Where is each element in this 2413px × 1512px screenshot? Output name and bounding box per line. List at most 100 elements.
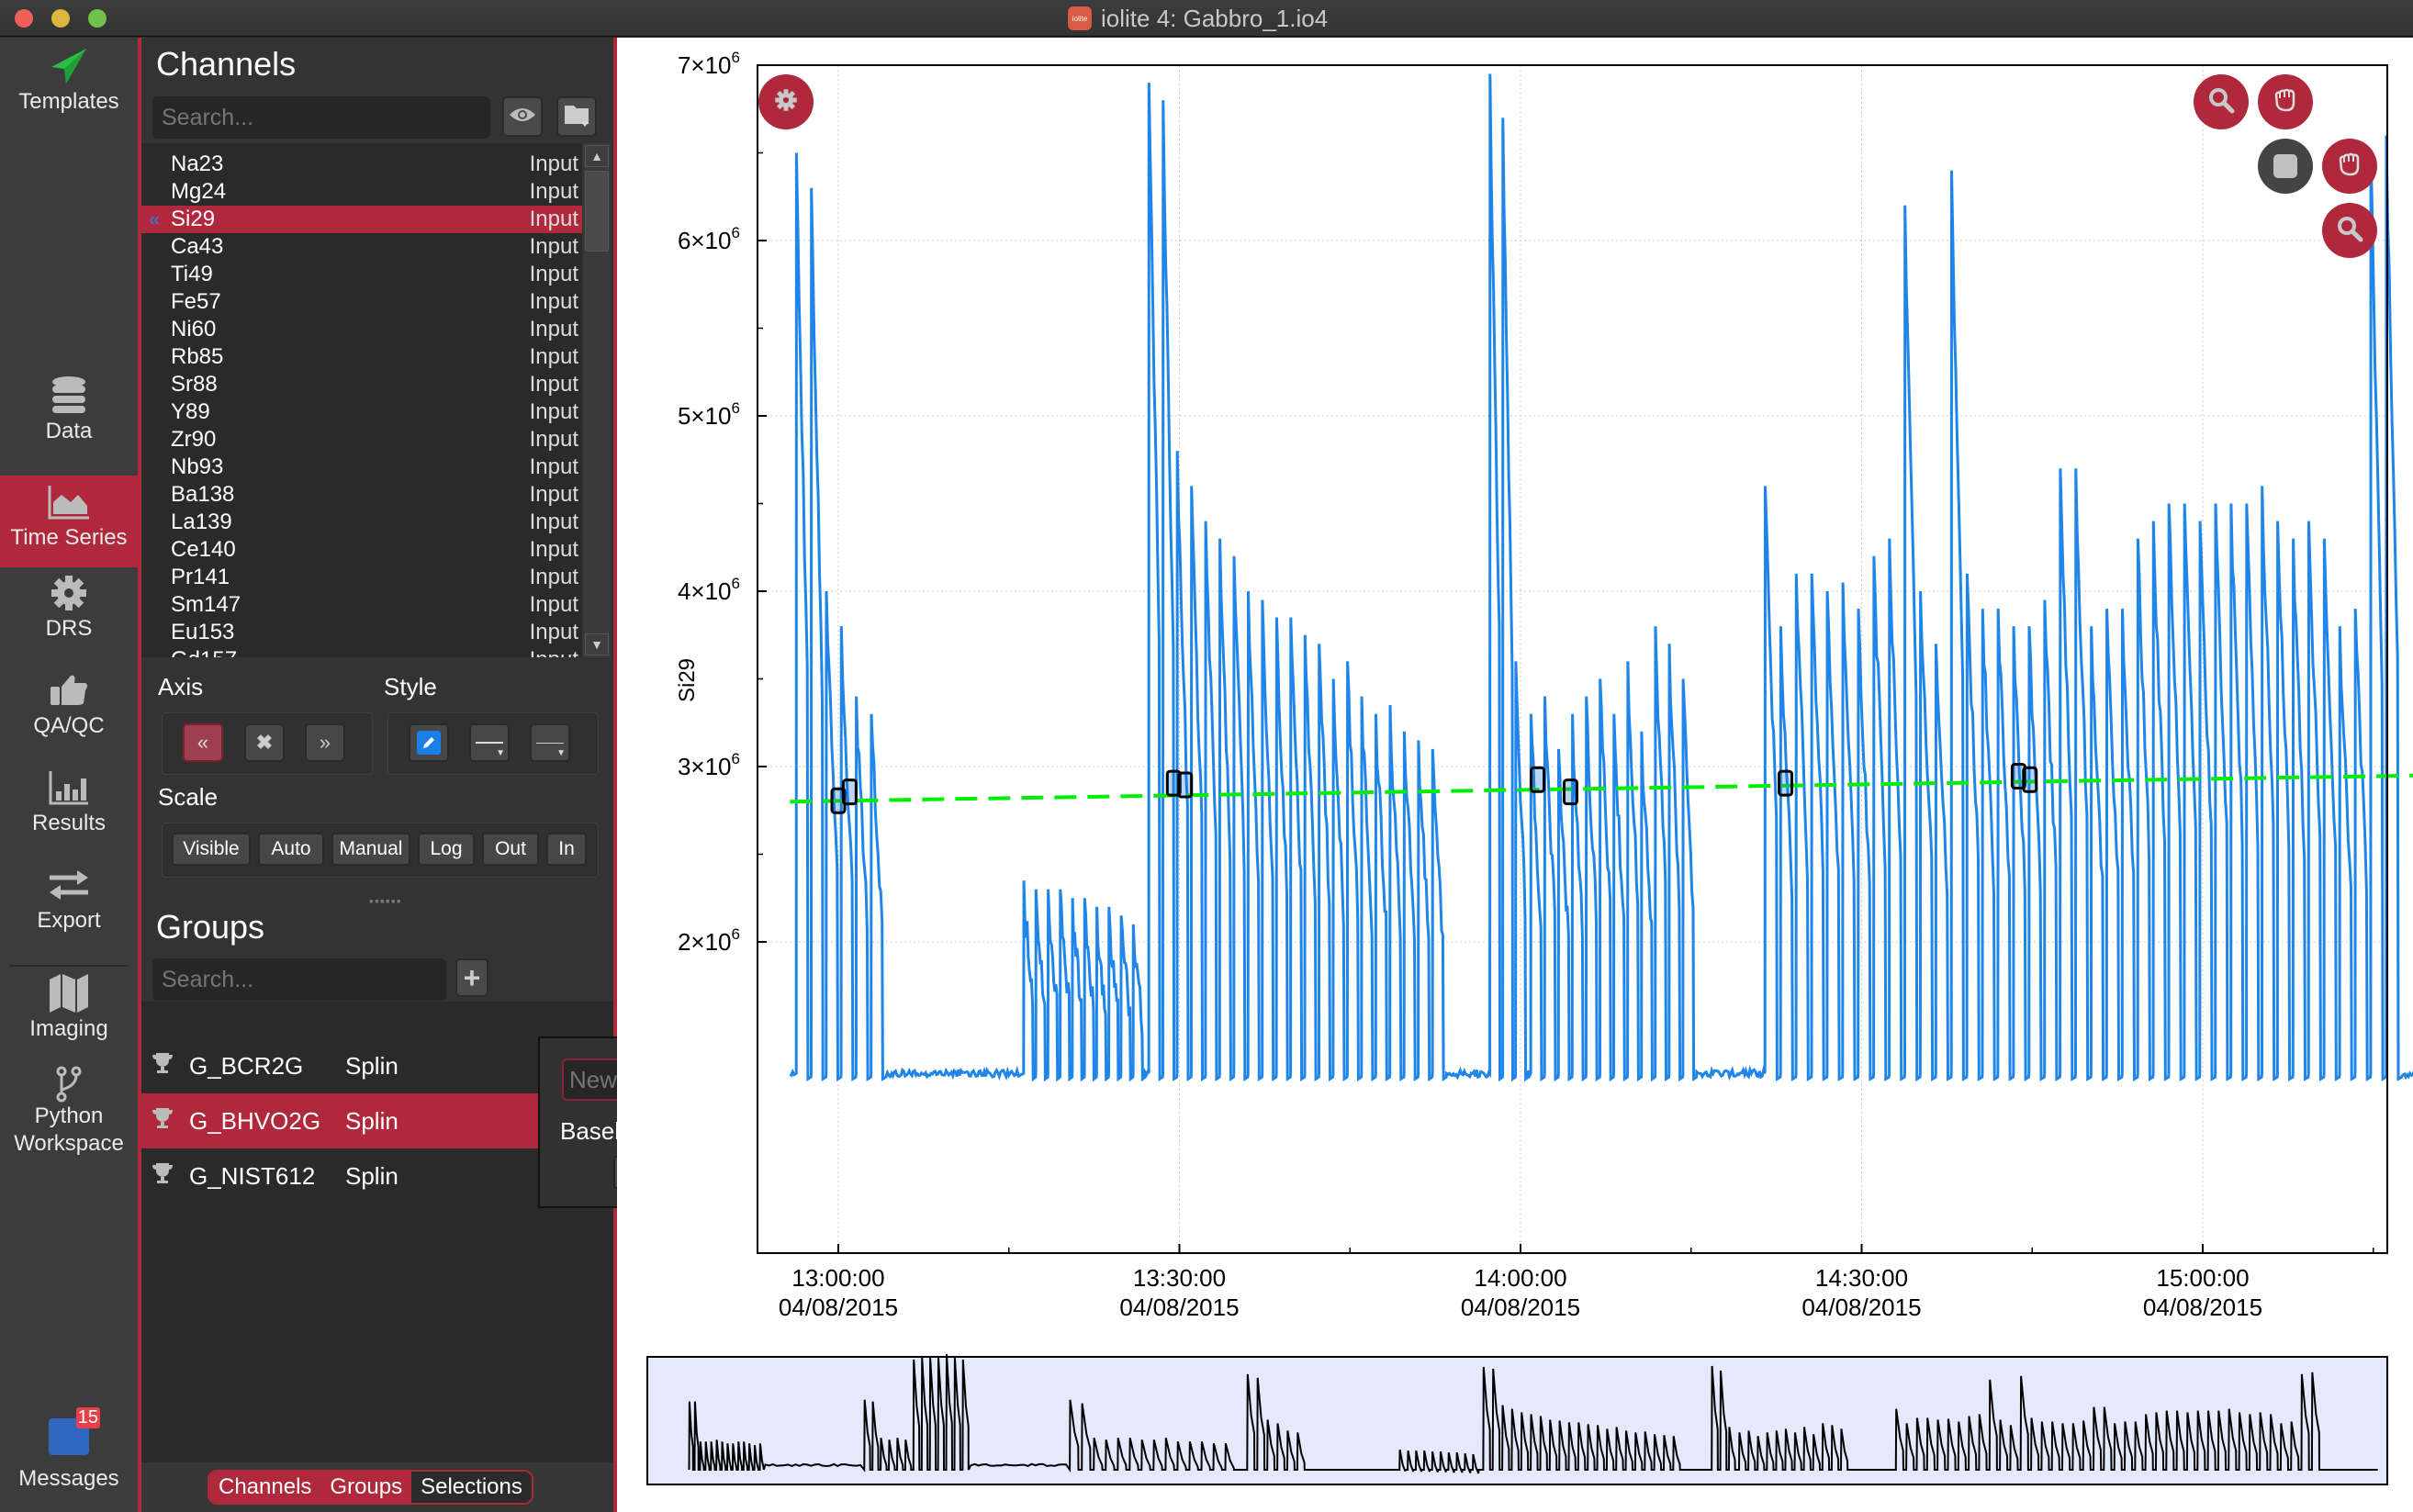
chart-settings-button[interactable] xyxy=(758,74,814,129)
y-tick-label: 2×106 xyxy=(678,925,740,956)
messages-count-badge: 15 xyxy=(75,1407,100,1428)
channel-row[interactable]: Zr90 Input xyxy=(141,426,582,454)
splitter-handle[interactable]: ▪▪▪▪▪▪ xyxy=(369,893,402,908)
style-controls: ▼ ▼ xyxy=(387,712,599,775)
nav-imaging[interactable]: Imaging xyxy=(0,970,138,1062)
channel-type: Input xyxy=(529,482,578,507)
channel-row[interactable]: Gd157 Input xyxy=(141,646,582,657)
channels-search-input[interactable] xyxy=(152,96,490,139)
double-chevron-right-icon: » xyxy=(319,731,331,754)
axis-left-button[interactable]: « xyxy=(183,723,223,762)
line-width-icon xyxy=(536,742,564,744)
window-close-button[interactable] xyxy=(15,9,33,28)
channel-type: Input xyxy=(529,179,578,204)
tab-groups[interactable]: Groups xyxy=(320,1472,412,1503)
toggle-visibility-button[interactable] xyxy=(502,96,543,137)
main-chart[interactable]: 7×1066×1065×1064×1063×1062×10613:00:0004… xyxy=(617,38,2413,1341)
nav-qaqc[interactable]: QA/QC xyxy=(0,667,138,759)
zoom-y-button[interactable] xyxy=(2322,203,2377,258)
channel-row[interactable]: Rb85 Input xyxy=(141,343,582,371)
nav-python-workspace[interactable]: Python Workspace xyxy=(0,1066,138,1176)
channel-row[interactable]: Y89 Input xyxy=(141,398,582,426)
axes: 7×1066×1065×1064×1063×1062×10613:00:0004… xyxy=(678,49,2388,1321)
si29-trace xyxy=(789,73,2413,1082)
channel-row[interactable]: Mg24 Input xyxy=(141,178,582,206)
pan-x-button[interactable] xyxy=(2258,74,2313,129)
overview-frame[interactable] xyxy=(646,1356,2388,1485)
selection-marker xyxy=(1177,771,1194,799)
axis-right-button[interactable]: » xyxy=(305,723,345,762)
scroll-up-arrow[interactable]: ▲ xyxy=(585,145,609,167)
channel-name: Ni60 xyxy=(171,317,217,342)
channel-row[interactable]: « Si29 Input xyxy=(141,206,582,233)
scroll-thumb[interactable] xyxy=(585,171,609,252)
channel-list-scrollbar[interactable]: ▲ ▼ xyxy=(583,143,611,657)
x-tick-label-time: 15:00:00 xyxy=(2156,1264,2249,1292)
stop-button[interactable] xyxy=(2258,139,2313,194)
nav-export[interactable]: Export xyxy=(0,862,138,954)
channel-list[interactable]: Na23 Input Mg24 Input «Si29 Input Ca43 Input Ti4… xyxy=(141,143,582,657)
channel-row[interactable]: Ce140 Input xyxy=(141,536,582,564)
y-tick-label: 4×106 xyxy=(678,575,740,605)
add-group-button[interactable]: + xyxy=(455,958,488,997)
channel-row[interactable]: Ni60 Input xyxy=(141,316,582,343)
title-bar: iolite iolite 4: Gabbro_1.io4 xyxy=(0,0,2413,37)
y-tick-label: 5×106 xyxy=(678,399,740,430)
nav-templates[interactable]: Templates xyxy=(0,38,138,139)
channel-row[interactable]: Eu153 Input xyxy=(141,619,582,646)
paper-plane-icon xyxy=(46,43,92,89)
window-maximize-button[interactable] xyxy=(88,9,107,28)
channel-row[interactable]: Ca43 Input xyxy=(141,233,582,261)
channel-row[interactable]: Sr88 Input xyxy=(141,371,582,398)
channel-row[interactable]: Sm147 Input xyxy=(141,591,582,619)
nav-drs[interactable]: DRS xyxy=(0,570,138,662)
time-series-chart-area[interactable]: 7×106 6×106 5×106 4×106 3×106 2×106 13:00:00 04… xyxy=(617,38,2413,1512)
nav-label: Data xyxy=(45,419,93,443)
window-title: iolite 4: Gabbro_1.io4 xyxy=(1101,4,1329,32)
tab-selections[interactable]: Selections xyxy=(411,1472,532,1503)
scroll-down-arrow[interactable]: ▼ xyxy=(585,633,609,655)
channel-folder-button[interactable] xyxy=(556,96,597,137)
line-style-dropdown[interactable]: ▼ xyxy=(469,723,510,762)
scale-manual-button[interactable]: Manual xyxy=(331,833,410,866)
nav-results[interactable]: Results xyxy=(0,765,138,857)
line-width-dropdown[interactable]: ▼ xyxy=(530,723,570,762)
channel-name: Eu153 xyxy=(171,620,235,644)
y-tick-label: 3×106 xyxy=(678,750,740,780)
window-minimize-button[interactable] xyxy=(51,9,70,28)
line-style-icon xyxy=(476,742,503,744)
selection-marker xyxy=(1530,766,1546,793)
channel-name: Mg24 xyxy=(171,179,227,204)
axis-controls: « ✖ » xyxy=(162,712,373,775)
pan-y-button[interactable] xyxy=(2322,139,2377,194)
channel-row[interactable]: Na23 Input xyxy=(141,151,582,178)
scale-auto-button[interactable]: Auto xyxy=(258,833,324,866)
zoom-x-button[interactable] xyxy=(2194,74,2249,129)
channel-row[interactable]: Nb93 Input xyxy=(141,454,582,481)
scale-log-button[interactable]: Log xyxy=(418,833,475,866)
nav-time-series[interactable]: Time Series xyxy=(0,476,138,567)
channel-type: Input xyxy=(529,620,578,644)
axis-remove-button[interactable]: ✖ xyxy=(244,723,285,762)
channel-type: Input xyxy=(529,262,578,286)
x-tick-label-time: 13:00:00 xyxy=(791,1264,884,1292)
nav-label: DRS xyxy=(45,616,93,641)
trophy-icon xyxy=(151,1051,174,1081)
scale-in-button[interactable]: In xyxy=(546,833,587,866)
scale-out-button[interactable]: Out xyxy=(482,833,539,866)
groups-search-input[interactable] xyxy=(152,958,446,1001)
channel-name: La139 xyxy=(171,510,232,534)
nav-messages[interactable]: 15 Messages xyxy=(0,1407,138,1492)
channel-row[interactable]: La139 Input xyxy=(141,509,582,536)
channel-row[interactable]: Fe57 Input xyxy=(141,288,582,316)
group-name: G_BCR2G xyxy=(189,1051,304,1080)
selection-marker xyxy=(2022,766,2038,793)
scale-visible-button[interactable]: Visible xyxy=(172,833,251,866)
style-color-button[interactable] xyxy=(409,723,449,762)
x-tick-label-time: 14:00:00 xyxy=(1474,1264,1566,1292)
nav-data[interactable]: Data xyxy=(0,373,138,465)
channel-row[interactable]: Pr141 Input xyxy=(141,564,582,591)
channel-row[interactable]: Ba138 Input xyxy=(141,481,582,509)
channel-row[interactable]: Ti49 Input xyxy=(141,261,582,288)
tab-channels[interactable]: Channels xyxy=(209,1472,321,1503)
